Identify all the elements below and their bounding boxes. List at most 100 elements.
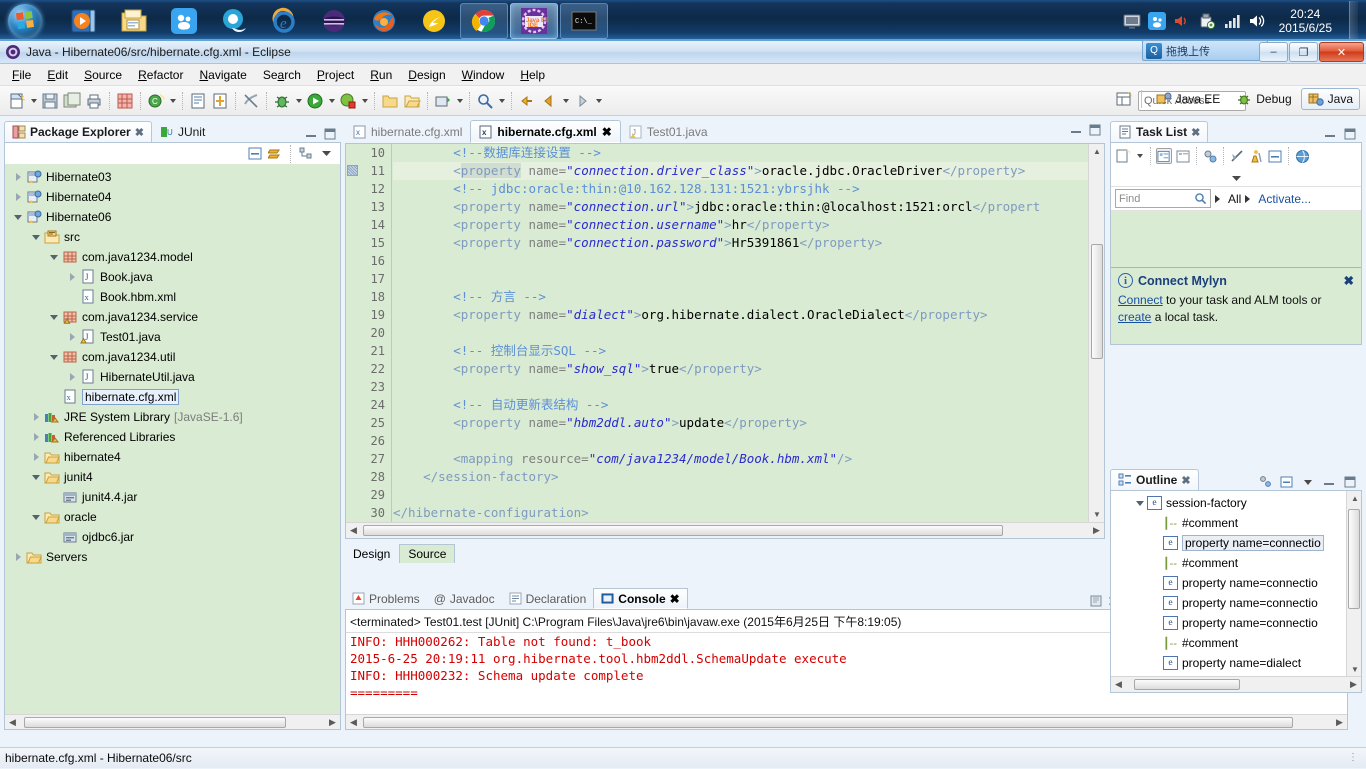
hscroll-thumb[interactable] — [363, 716, 1293, 728]
outline-item[interactable]: e property name=connectio — [1111, 573, 1361, 593]
source-editor[interactable]: 10 11 12 13 14 15 16 17 18 19 20 21 22 23 24 25 26 27 28 29… — [345, 144, 1105, 539]
code-line[interactable]: <mapping resource="com/java1234/model/Bo… — [393, 450, 1088, 468]
maximize-editor-icon[interactable] — [1087, 122, 1103, 138]
hscroll-track[interactable] — [361, 715, 1332, 729]
expand-arrow-icon[interactable] — [11, 549, 25, 565]
network-signal-icon[interactable] — [1223, 12, 1241, 30]
search-icon[interactable] — [1194, 192, 1207, 205]
code-line[interactable] — [393, 252, 1088, 270]
expand-arrow-icon[interactable] — [65, 269, 79, 285]
code-line[interactable]: </session-factory> — [393, 468, 1088, 486]
outline-item[interactable]: ┃-- #comment — [1111, 513, 1361, 533]
start-button[interactable] — [0, 2, 50, 40]
tab-problems[interactable]: Problems — [345, 588, 427, 609]
scroll-right-icon[interactable]: ▶ — [1332, 715, 1347, 730]
perspective-java-ee[interactable]: Java EE — [1149, 88, 1228, 110]
outline-vscrollbar[interactable]: ▲ ▼ — [1346, 491, 1361, 677]
open-folder-icon[interactable] — [401, 90, 423, 112]
tab-junit[interactable]: U JUnit — [152, 121, 213, 142]
tree-item-ojdbc6-jar[interactable]: ojdbc6.jar — [5, 527, 340, 547]
code-line[interactable] — [393, 486, 1088, 504]
tree-item-junit4-4-jar[interactable]: junit4.4.jar — [5, 487, 340, 507]
outline-item[interactable]: ┃-- #comment — [1111, 553, 1361, 573]
new-wizard-dropdown[interactable] — [28, 90, 39, 112]
mylyn-create-link[interactable]: create — [1118, 310, 1151, 324]
tab-javadoc[interactable]: @ Javadoc — [427, 588, 502, 609]
show-desktop-button[interactable] — [1349, 1, 1358, 40]
hscroll-thumb[interactable] — [24, 716, 286, 728]
taskbar-item-qq-browser[interactable] — [210, 3, 258, 39]
collapse-all-icon[interactable] — [1267, 148, 1283, 164]
code-line[interactable] — [393, 378, 1088, 396]
collapse-arrow-icon[interactable] — [47, 349, 61, 365]
forward-icon[interactable] — [571, 90, 593, 112]
collapse-arrow-icon[interactable] — [1133, 495, 1147, 511]
open-task-icon[interactable] — [209, 90, 231, 112]
back-dropdown[interactable] — [560, 90, 571, 112]
toggle-markers-icon[interactable] — [240, 90, 262, 112]
debug-dropdown[interactable] — [293, 90, 304, 112]
taskbar-item-eclipse-purple[interactable] — [310, 3, 358, 39]
close-icon[interactable]: ✖ — [1181, 474, 1190, 487]
code-line[interactable]: <property name="dialect">org.hibernate.d… — [393, 306, 1088, 324]
taskbar-item-internet-explorer[interactable]: e — [260, 3, 308, 39]
scheduled-view-icon[interactable] — [1175, 148, 1191, 164]
tab-declaration[interactable]: Declaration — [502, 588, 594, 609]
code-line[interactable]: <property name="hbm2ddl.auto">update</pr… — [393, 414, 1088, 432]
link-with-editor-icon[interactable] — [267, 146, 283, 162]
scroll-right-icon[interactable]: ▶ — [325, 715, 340, 730]
code-text[interactable]: <!--数据库连接设置 --> <property name="connecti… — [393, 144, 1088, 538]
code-line[interactable]: </hibernate-configuration> — [393, 504, 1088, 522]
usb-eject-icon[interactable] — [1198, 12, 1216, 30]
taskbar-clock[interactable]: 20:24 2015/6/25 — [1273, 7, 1338, 35]
find-input[interactable]: Find — [1115, 189, 1211, 208]
collapse-arrow-icon[interactable] — [47, 249, 61, 265]
menu-run[interactable]: Run — [362, 66, 400, 84]
collapse-arrow-icon[interactable] — [29, 229, 43, 245]
code-line[interactable]: <!--数据库连接设置 --> — [393, 144, 1088, 162]
tab-outline[interactable]: Outline ✖ — [1110, 469, 1199, 490]
save-icon[interactable] — [39, 90, 61, 112]
scroll-left-icon[interactable]: ◀ — [346, 715, 361, 730]
categorized-view-icon[interactable] — [1156, 148, 1172, 164]
filter-all-label[interactable]: All — [1228, 192, 1241, 206]
maximize-button[interactable]: ❐ — [1289, 42, 1318, 62]
collapse-arrow-icon[interactable] — [47, 309, 61, 325]
tab-task-list[interactable]: Task List ✖ — [1110, 121, 1209, 142]
close-icon[interactable]: ✖ — [602, 125, 612, 139]
minimize-view-icon[interactable] — [1322, 126, 1338, 142]
ime-language-bar[interactable]: Q 拖拽上传 — [1142, 40, 1268, 61]
taskbar-item-eclipse-javaee-ide[interactable]: Java EE IDE — [510, 2, 558, 39]
taskbar-item-media-player[interactable] — [60, 3, 108, 39]
outline-tree[interactable]: e session-factory ┃-- #comment e property nam… — [1111, 491, 1361, 677]
task-repositories-icon[interactable] — [1294, 148, 1310, 164]
run-external-tools-icon[interactable] — [337, 90, 359, 112]
expand-arrow-icon[interactable] — [11, 169, 25, 185]
new-java-class-icon[interactable]: C — [145, 90, 167, 112]
tree-item-hibernate-cfg-xml[interactable]: x hibernate.cfg.xml — [5, 387, 340, 407]
outline-item[interactable]: e session-factory — [1111, 493, 1361, 513]
filter-arrow-icon[interactable] — [1215, 195, 1224, 203]
debug-icon[interactable] — [271, 90, 293, 112]
hscroll-track[interactable] — [20, 715, 325, 729]
tree-item-hibernate06[interactable]: Hibernate06 — [5, 207, 340, 227]
resize-grip-icon[interactable]: ⋮ — [1348, 752, 1360, 763]
menu-design[interactable]: Design — [400, 66, 453, 84]
perspective-java[interactable]: Java — [1300, 88, 1360, 110]
tab-source[interactable]: Source — [399, 544, 456, 563]
tree-item-servers[interactable]: Servers — [5, 547, 340, 567]
collapse-all-icon[interactable] — [1279, 474, 1295, 490]
save-all-icon[interactable] — [61, 90, 83, 112]
tree-item-hibernateutil-java[interactable]: J HibernateUtil.java — [5, 367, 340, 387]
code-line[interactable]: <!-- jdbc:oracle:thin:@10.162.128.131:15… — [393, 180, 1088, 198]
tree-item-com-java1234-service[interactable]: com.java1234.service — [5, 307, 340, 327]
maximize-view-icon[interactable] — [1342, 474, 1358, 490]
expand-arrow-icon[interactable] — [29, 409, 43, 425]
activate-label[interactable]: Activate... — [1258, 192, 1311, 206]
view-menu-hierarchy-icon[interactable] — [298, 146, 314, 162]
collapse-all-icon[interactable] — [247, 146, 263, 162]
open-type-icon[interactable] — [187, 90, 209, 112]
tree-item-junit4[interactable]: junit4 — [5, 467, 340, 487]
editor-tab-test01-java[interactable]: J Test01.java — [621, 120, 716, 143]
menu-file[interactable]: File — [4, 66, 39, 84]
